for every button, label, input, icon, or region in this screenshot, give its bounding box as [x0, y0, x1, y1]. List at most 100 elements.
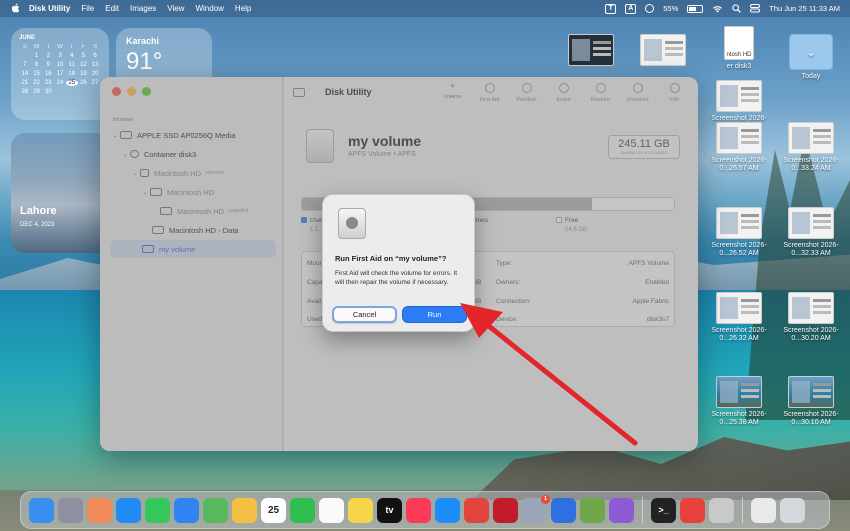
menu-clock[interactable]: Thu Jun 25 11:33 AM	[769, 4, 840, 13]
dock-safari-icon[interactable]	[116, 497, 141, 523]
dock-reminders-icon[interactable]	[319, 497, 344, 523]
menu-edit[interactable]: Edit	[105, 4, 119, 13]
dock-grammar-app-icon[interactable]	[580, 497, 605, 523]
record-icon[interactable]	[645, 4, 655, 13]
menu-app-name[interactable]: Disk Utility	[29, 4, 70, 13]
control-center-icon[interactable]	[750, 4, 761, 13]
calendar-day: 26	[80, 80, 87, 86]
toolbar-erase[interactable]: Erase	[545, 81, 582, 103]
calendar-day: 4	[70, 53, 74, 59]
sidebar-item-snapshot[interactable]: Macintosh HD snapshot	[110, 202, 276, 220]
dock-disk-utility-icon[interactable]	[709, 497, 734, 523]
dock-terminal-icon[interactable]: >_	[651, 497, 676, 523]
desktop-screenshot[interactable]: Screenshot 2026-0...25.38 AM	[704, 376, 774, 427]
dock-notification-app-icon[interactable]: 1	[522, 494, 550, 523]
battery-icon[interactable]	[687, 4, 704, 13]
dock-notes-icon[interactable]	[348, 497, 373, 523]
close-button[interactable]	[112, 87, 121, 96]
calendar-widget[interactable]: JUNE S M T W T F S 1 2 3 4 5 6 7 8 9 10 11 12 13 14 15 16 17 18 1…	[11, 28, 109, 120]
photo-widget[interactable]: Lahore DEC 4, 2023	[11, 133, 111, 253]
desktop-disk-image[interactable]: ntosh HD er disk3	[704, 26, 774, 71]
apple-icon[interactable]	[11, 3, 20, 14]
menu-view[interactable]: View	[167, 4, 184, 13]
calendar-day: 22	[33, 80, 40, 86]
desktop-screenshot[interactable]: Screenshot 2026-0...30.10 AM	[776, 376, 846, 427]
sidebar-item-macintosh-hd-volumes[interactable]: ⌄ Macintosh HD volumes	[110, 164, 276, 182]
chevron-down-icon[interactable]: ⌄	[140, 189, 150, 196]
desktop-file[interactable]	[628, 34, 698, 69]
capacity-box: 245.11 GB SHARED BY 6 VOLUMES	[608, 135, 680, 159]
calendar-grid: S M T W T F S 1 2 3 4 5 6 7 8 9 10 11 12 13 14 15 16 17 18 19 20 21…	[19, 44, 101, 95]
menu-help[interactable]: Help	[235, 4, 251, 13]
dock-facetime-icon[interactable]	[290, 497, 315, 523]
sidebar-item-macintosh-hd[interactable]: ⌄ Macintosh HD	[110, 183, 276, 201]
minimize-button[interactable]	[127, 87, 136, 96]
desktop-file[interactable]	[556, 34, 626, 69]
chevron-down-icon[interactable]: ⌄	[110, 132, 120, 139]
desktop-icon-label: Screenshot 2026-0...25.38 AM	[711, 411, 767, 426]
dock-photos-app-icon[interactable]	[87, 497, 112, 523]
desktop-screenshot[interactable]: Screenshot 2026-0...32.33 AM	[776, 207, 846, 258]
dock-preview-icon[interactable]	[751, 497, 776, 523]
restore-icon	[595, 83, 606, 93]
calendar-day: 5	[81, 53, 86, 59]
dock-launchpad-icon[interactable]	[58, 497, 83, 523]
dock-calendar-icon[interactable]: 25	[261, 497, 286, 523]
chevron-down-icon[interactable]: ⌄	[130, 170, 140, 177]
desktop-screenshot[interactable]: Screenshot 2026-0...30.20 AM	[776, 292, 846, 343]
keyboard-input-icon[interactable]: A	[625, 3, 637, 14]
sidebar-toggle-icon[interactable]	[293, 87, 305, 97]
calendar-day: 1	[34, 53, 39, 59]
dock-music-icon[interactable]	[406, 497, 431, 523]
dock-tv-icon[interactable]: tv	[377, 497, 402, 523]
dock-feedback-app-icon[interactable]	[609, 497, 634, 523]
dock-opera-icon[interactable]	[493, 497, 518, 523]
desktop-screenshot[interactable]: Screenshot 2026-0...26.32 AM	[704, 292, 774, 343]
dock-app-store-icon[interactable]	[435, 497, 460, 523]
toolbar-info[interactable]: Info	[656, 81, 693, 103]
menu-images[interactable]: Images	[130, 4, 156, 13]
sidebar-item-container[interactable]: ⌄ Container disk3	[110, 145, 276, 163]
dock-messages-icon[interactable]	[145, 497, 170, 523]
toolbar-unmount[interactable]: Unmount	[619, 81, 656, 103]
dock-anydesk-icon[interactable]	[680, 497, 705, 523]
menu-window[interactable]: Window	[195, 4, 223, 13]
dock-chrome-icon[interactable]	[464, 497, 489, 523]
sidebar-item-my-volume[interactable]: my volume	[110, 240, 276, 258]
desktop-screenshot[interactable]: Screenshot 2026-0...26.57 AM	[704, 122, 774, 173]
menu-bar: Disk Utility File Edit Images View Windo…	[0, 0, 850, 17]
dock-maps-icon[interactable]	[203, 497, 228, 523]
menu-file[interactable]: File	[81, 4, 94, 13]
stethoscope-icon	[484, 83, 495, 93]
info-label: Avail	[307, 298, 321, 305]
desktop-screenshot[interactable]: Screenshot 2026-0...26.52 AM	[704, 207, 774, 258]
sidebar-item-tag: snapshot	[228, 208, 249, 214]
volume-icon	[150, 188, 162, 196]
dock-photos-icon[interactable]	[232, 497, 257, 523]
calendar-day: 10	[56, 62, 64, 68]
desktop-screenshot[interactable]: Screenshot 2026-0...33.24 AM	[776, 122, 846, 173]
weekday-label: S	[22, 44, 27, 50]
input-source-icon[interactable]: T	[605, 3, 617, 14]
dock-files-app-icon[interactable]	[551, 497, 576, 523]
weather-city: Karachi	[126, 36, 160, 46]
photo-place: Lahore	[20, 205, 57, 217]
sidebar-item-label: my volume	[159, 244, 196, 254]
wifi-icon[interactable]	[712, 5, 723, 13]
dock-finder-icon[interactable]	[29, 497, 54, 523]
annotation-arrow	[460, 303, 638, 446]
search-icon[interactable]	[732, 4, 742, 13]
desktop-folder-today[interactable]: ⌄ Today	[776, 34, 846, 81]
toolbar-restore[interactable]: Restore	[582, 81, 619, 103]
toolbar-partition[interactable]: Partition	[508, 81, 545, 103]
dock-trash-icon[interactable]	[780, 497, 805, 523]
cancel-button[interactable]: Cancel	[332, 306, 397, 323]
dock-mail-icon[interactable]	[174, 497, 199, 523]
zoom-button[interactable]	[142, 87, 151, 96]
sidebar-item-ssd[interactable]: ⌄ APPLE SSD AP0256Q Media	[110, 126, 276, 144]
volume-icon	[152, 226, 164, 234]
toolbar-volume[interactable]: + − Volume	[434, 81, 471, 103]
chevron-down-icon[interactable]: ⌄	[120, 151, 130, 158]
toolbar-first-aid[interactable]: First Aid	[471, 81, 508, 103]
sidebar-item-macintosh-hd-data[interactable]: Macintosh HD - Data	[110, 221, 276, 239]
